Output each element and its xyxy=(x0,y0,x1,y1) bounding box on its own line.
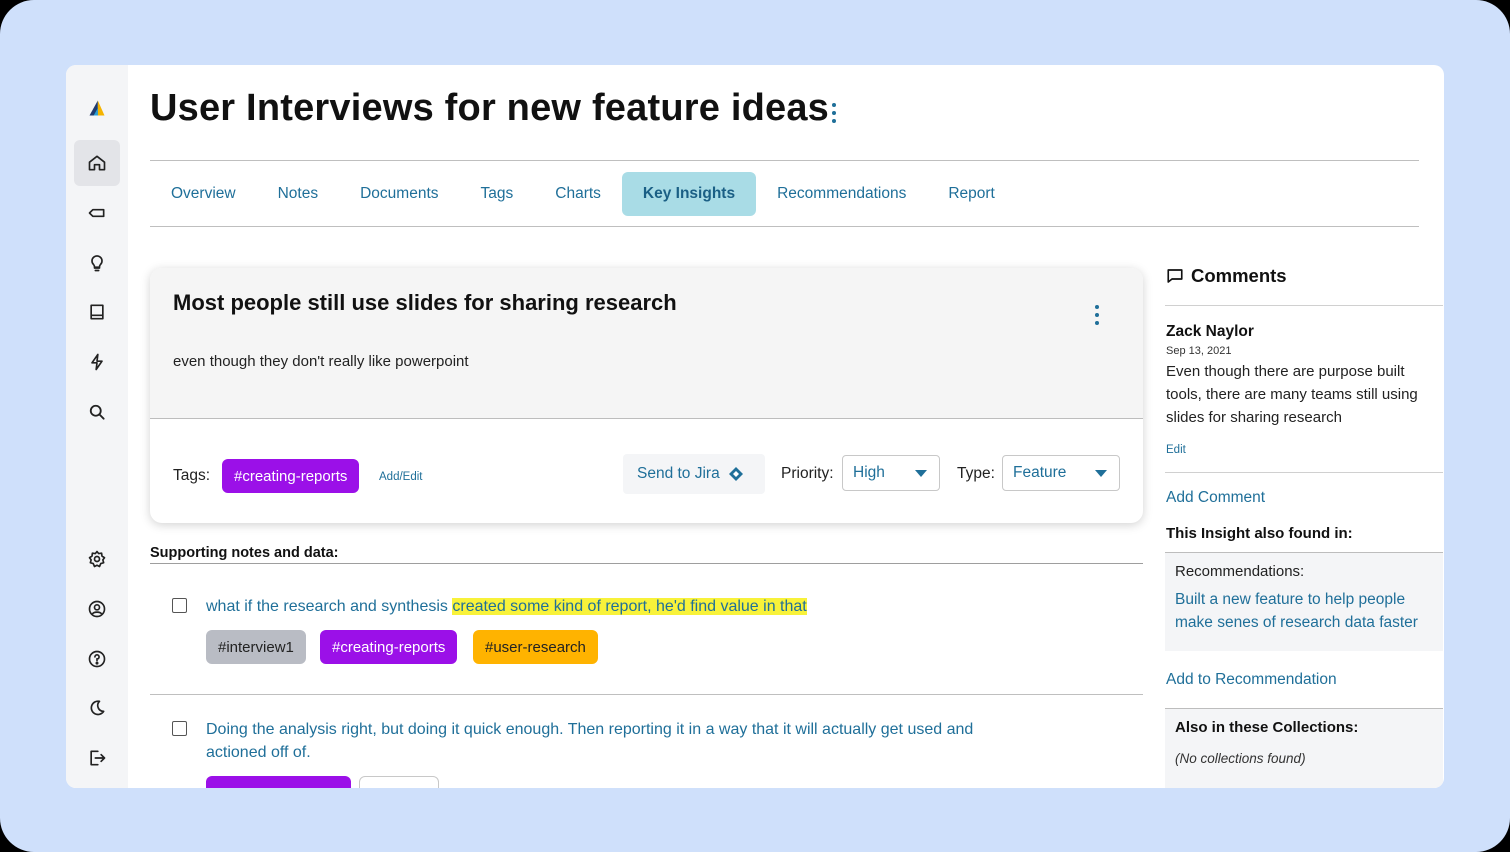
chevron-down-icon xyxy=(1095,470,1107,477)
type-value: Feature xyxy=(1013,464,1067,481)
tags-label: Tags: xyxy=(173,467,211,484)
note-text-highlight: created some kind of report, he'd find v… xyxy=(452,598,807,615)
comment-date: Sep 13, 2021 xyxy=(1166,345,1232,357)
lightbulb-icon[interactable] xyxy=(74,240,120,286)
comments-heading-label: Comments xyxy=(1191,265,1287,286)
sidebar xyxy=(66,65,128,788)
help-icon[interactable] xyxy=(74,636,120,682)
recommendations-label: Recommendations: xyxy=(1175,563,1305,580)
recommendations-box: Recommendations: Built a new feature to … xyxy=(1165,552,1443,651)
tag-interview1[interactable]: #interview1 xyxy=(206,630,306,664)
collections-box: Also in these Collections: (No collectio… xyxy=(1165,708,1443,788)
book-icon[interactable] xyxy=(74,289,120,335)
insight-title[interactable]: Most people still use slides for sharing… xyxy=(173,290,677,316)
tab-tags[interactable]: Tags xyxy=(460,172,535,216)
header-divider xyxy=(150,160,1419,161)
tab-key-insights[interactable]: Key Insights xyxy=(621,172,757,216)
add-to-recommendation-link[interactable]: Add to Recommendation xyxy=(1166,671,1337,689)
note-divider xyxy=(150,694,1143,695)
tab-charts[interactable]: Charts xyxy=(534,172,622,216)
insight-card: Most people still use slides for sharing… xyxy=(150,268,1143,523)
tag-partial-outline[interactable] xyxy=(359,776,439,788)
account-icon[interactable] xyxy=(74,586,120,632)
tab-report[interactable]: Report xyxy=(927,172,1016,216)
insight-description[interactable]: even though they don't really like power… xyxy=(173,353,469,370)
dark-mode-icon[interactable] xyxy=(74,685,120,731)
also-found-heading: This Insight also found in: xyxy=(1166,525,1353,542)
collections-empty: (No collections found) xyxy=(1175,751,1306,766)
comment-author: Zack Naylor xyxy=(1166,323,1254,340)
note-checkbox[interactable] xyxy=(172,721,187,736)
comments-divider xyxy=(1165,305,1443,306)
priority-label: Priority: xyxy=(781,465,834,482)
lightning-icon[interactable] xyxy=(74,339,120,385)
logout-icon[interactable] xyxy=(74,735,120,781)
page-title: User Interviews for new feature ideas xyxy=(150,87,829,129)
comment-divider xyxy=(1165,472,1443,473)
tag-icon[interactable] xyxy=(74,190,120,236)
collections-label: Also in these Collections: xyxy=(1175,719,1359,736)
send-to-jira-label: Send to Jira xyxy=(637,465,720,482)
tag-creating-reports[interactable]: #creating-reports xyxy=(222,459,360,493)
comment-icon xyxy=(1167,269,1183,283)
type-label: Type: xyxy=(957,465,995,482)
app-window: User Interviews for new feature ideas Ov… xyxy=(66,65,1444,788)
recommendation-link[interactable]: Built a new feature to help people make … xyxy=(1175,588,1435,634)
logo-icon[interactable] xyxy=(74,85,120,131)
priority-value: High xyxy=(853,464,885,481)
supporting-notes-label: Supporting notes and data: xyxy=(150,545,339,561)
insight-more-icon[interactable] xyxy=(1087,302,1107,328)
page-more-icon[interactable] xyxy=(824,99,844,127)
insight-card-header: Most people still use slides for sharing… xyxy=(150,268,1143,419)
note-text-plain: what if the research and synthesis xyxy=(206,598,453,615)
add-edit-tags-link[interactable]: Add/Edit xyxy=(379,471,422,483)
tab-bar: Overview Notes Documents Tags Charts Key… xyxy=(150,172,1016,216)
search-icon[interactable] xyxy=(74,389,120,435)
comment-edit-link[interactable]: Edit xyxy=(1166,444,1186,456)
note-checkbox[interactable] xyxy=(172,598,187,613)
tab-recommendations[interactable]: Recommendations xyxy=(756,172,927,216)
note-text[interactable]: Doing the analysis right, but doing it q… xyxy=(206,718,1006,764)
type-select[interactable]: Feature xyxy=(1002,455,1120,491)
priority-select[interactable]: High xyxy=(842,455,940,491)
jira-icon xyxy=(728,467,743,481)
tag-creating-reports[interactable]: #creating-reports xyxy=(320,630,458,664)
comments-heading: Comments xyxy=(1166,265,1287,287)
supporting-divider xyxy=(150,563,1143,564)
tag-user-research[interactable]: #user-research xyxy=(473,630,598,664)
settings-icon[interactable] xyxy=(74,536,120,582)
tabs-divider xyxy=(150,226,1419,227)
send-to-jira-button[interactable]: Send to Jira xyxy=(623,454,765,494)
add-comment-link[interactable]: Add Comment xyxy=(1166,489,1265,507)
tag-partial[interactable] xyxy=(206,776,351,788)
note-text[interactable]: what if the research and synthesis creat… xyxy=(206,595,807,618)
tab-notes[interactable]: Notes xyxy=(257,172,340,216)
tab-documents[interactable]: Documents xyxy=(339,172,459,216)
comment-body: Even though there are purpose built tool… xyxy=(1166,363,1418,426)
tab-overview[interactable]: Overview xyxy=(150,172,257,216)
home-icon[interactable] xyxy=(74,140,120,186)
chevron-down-icon xyxy=(915,470,927,477)
